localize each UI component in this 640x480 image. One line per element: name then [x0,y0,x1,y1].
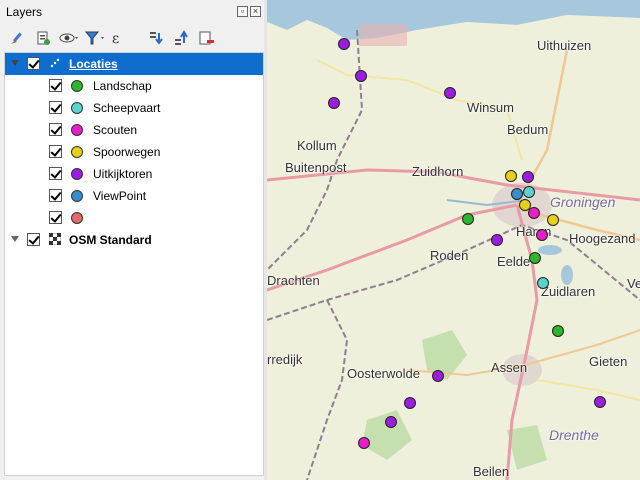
map-label-groningen: Groningen [550,194,616,210]
map-point-viewpoint[interactable] [511,188,523,200]
category-checkbox[interactable] [49,167,62,180]
cyan-circle-symbol-icon [71,102,83,114]
map-point-uitkijktoren[interactable] [328,97,340,109]
map-point-scheepvaart[interactable] [537,277,549,289]
category-label: ViewPoint [93,189,147,203]
expression-filter-icon[interactable]: ε [110,27,132,49]
map-label-hoogezand: Hoogezand [569,231,636,246]
expand-all-icon[interactable] [145,27,167,49]
map-label-beilen: Beilen [473,464,510,479]
map-label-ve: Ve [627,276,640,291]
map-label-bedum: Bedum [507,122,549,137]
layer-visibility-checkbox[interactable] [27,233,40,246]
panel-title-bar: Layers ▫ × [0,0,266,24]
green-circle-symbol-icon [71,80,83,92]
category-row-scheepvaart[interactable]: Scheepvaart [5,97,263,119]
category-checkbox[interactable] [49,211,62,224]
expand-arrow-icon[interactable] [11,60,19,66]
blue-circle-symbol-icon [71,190,83,202]
raster-layer-icon [48,232,62,246]
layers-panel: Layers ▫ × ε Locaties Landschap Scheepva… [0,0,266,480]
category-checkbox[interactable] [49,189,62,202]
magenta-circle-symbol-icon [71,124,83,136]
group-visibility-checkbox[interactable] [27,57,40,70]
category-row-other[interactable] [5,207,263,229]
layer-row-osm-standard[interactable]: OSM Standard [5,229,263,251]
map-point-uitkijktoren[interactable] [594,396,606,408]
map-point-uitkijktoren[interactable] [444,87,456,99]
map-point-scheepvaart[interactable] [523,186,535,198]
close-panel-button[interactable]: × [250,6,261,17]
layers-toolbar: ε [0,24,266,52]
map-label-uithuizen: Uithuizen [537,38,592,53]
map-canvas[interactable]: Uithuizen Winsum Bedum Kollum Buitenpost… [267,0,640,480]
red-circle-symbol-icon [71,212,83,224]
map-label-roden: Roden [430,248,469,263]
category-row-viewpoint[interactable]: ViewPoint [5,185,263,207]
category-label: Scheepvaart [93,101,161,115]
category-row-uitkijktoren[interactable]: Uitkijktoren [5,163,263,185]
layer-label: OSM Standard [69,233,152,247]
map-point-uitkijktoren[interactable] [385,416,397,428]
map-label-gieten: Gieten [589,354,628,369]
map-point-landschap[interactable] [529,252,541,264]
collapse-all-icon[interactable] [170,27,192,49]
map-label-assen: Assen [491,360,528,375]
map-point-landschap[interactable] [552,325,564,337]
yellow-circle-symbol-icon [71,146,83,158]
category-checkbox[interactable] [49,79,62,92]
map-point-uitkijktoren[interactable] [338,38,350,50]
map-point-uitkijktoren[interactable] [355,70,367,82]
map-label-zuidhorn: Zuidhorn [412,164,464,179]
map-point-uitkijktoren[interactable] [404,397,416,409]
category-row-scouten[interactable]: Scouten [5,119,263,141]
panel-title: Layers [6,5,43,19]
map-point-spoorwegen[interactable] [505,170,517,182]
map-label-eelde: Eelde [497,254,531,269]
float-panel-button[interactable]: ▫ [237,6,248,17]
point-layer-icon [49,57,61,69]
paint-brush-icon[interactable] [6,27,28,49]
category-checkbox[interactable] [49,101,62,114]
map-label-rredijk: rredijk [267,352,303,367]
category-label: Landschap [93,79,152,93]
filter-icon[interactable] [84,27,106,49]
eye-icon[interactable] [58,27,80,49]
purple-circle-symbol-icon [71,168,83,180]
map-point-uitkijktoren[interactable] [491,234,503,246]
category-row-spoorwegen[interactable]: Spoorwegen [5,141,263,163]
map-label-drachten: Drachten [267,273,320,288]
map-label-drenthe: Drenthe [549,427,599,443]
category-label: Uitkijktoren [93,167,153,181]
layer-group-locaties[interactable]: Locaties [5,53,263,75]
map-point-scouten[interactable] [536,229,548,241]
map-label-oosterwolde: Oosterwolde [347,366,420,381]
category-label: Spoorwegen [93,145,161,159]
category-checkbox[interactable] [49,123,62,136]
svg-text:ε: ε [112,31,119,47]
category-checkbox[interactable] [49,145,62,158]
map-label-buitenpost: Buitenpost [285,160,347,175]
map-point-uitkijktoren[interactable] [432,370,444,382]
category-label: Scouten [93,123,138,137]
map-label-kollum: Kollum [297,138,337,153]
category-row-landschap[interactable]: Landschap [5,75,263,97]
map-label-zuidlaren: Zuidlaren [541,284,596,299]
map-point-scouten[interactable] [358,437,370,449]
map-point-uitkijktoren[interactable] [522,171,534,183]
layer-tree: Locaties Landschap Scheepvaart Scouten S… [4,52,264,476]
group-label[interactable]: Locaties [69,57,118,71]
remove-layer-icon[interactable] [195,27,217,49]
map-point-spoorwegen[interactable] [547,214,559,226]
map-point-landschap[interactable] [462,213,474,225]
add-group-icon[interactable] [32,27,54,49]
map-point-scouten[interactable] [528,207,540,219]
map-label-winsum: Winsum [467,100,514,115]
expand-arrow-icon[interactable] [11,236,19,242]
